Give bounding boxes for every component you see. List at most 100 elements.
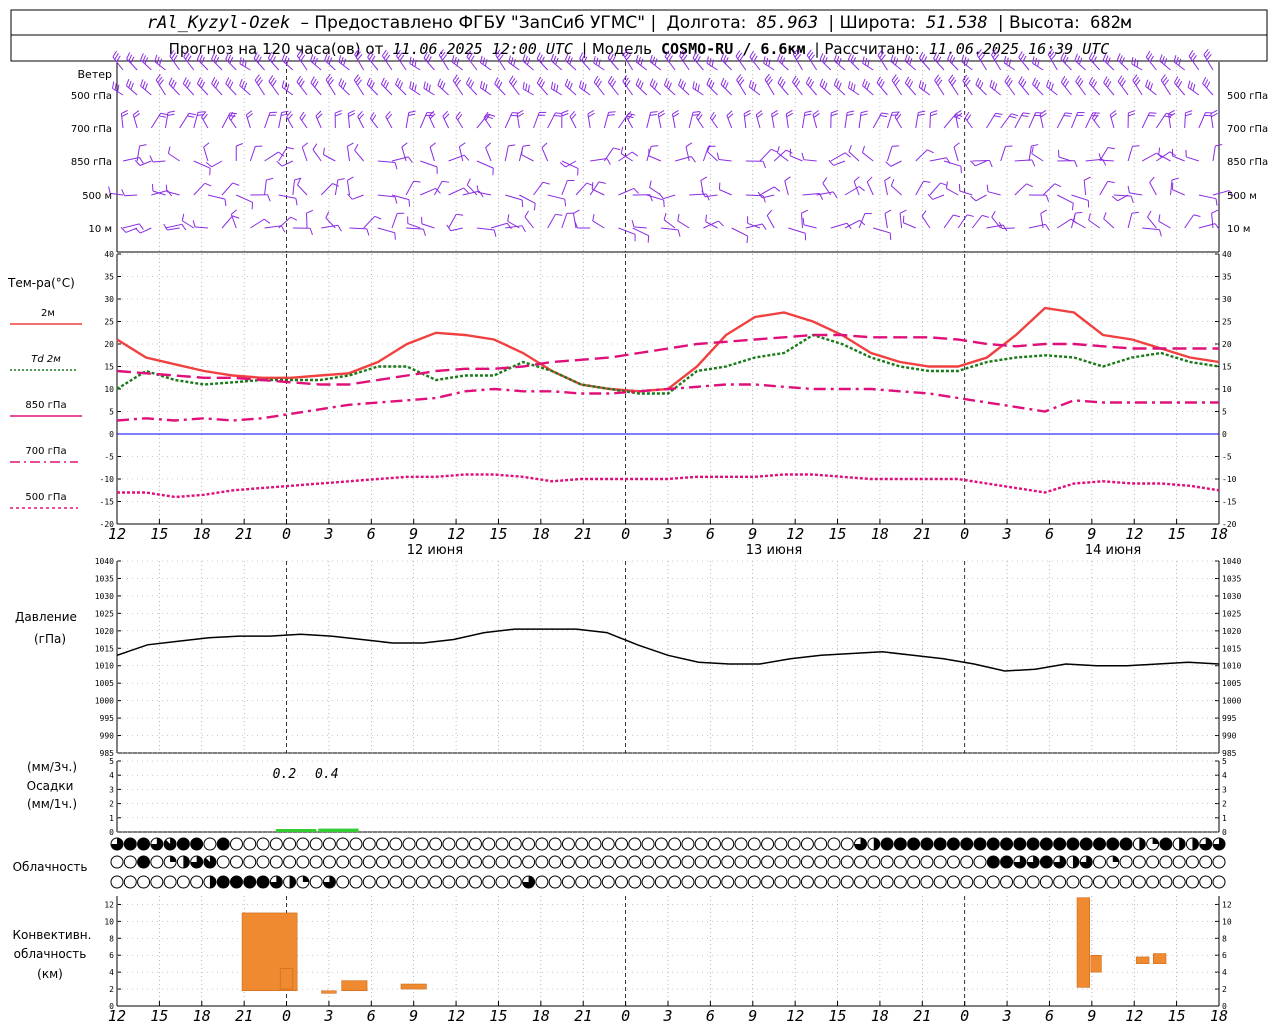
cloud-symbol <box>681 837 695 851</box>
wind-barb-feather <box>830 113 838 117</box>
wind-barb-feather <box>677 213 680 221</box>
cloud-symbol <box>946 855 960 869</box>
wind-barb-feather <box>587 109 595 115</box>
wind-barb-feather <box>536 76 542 84</box>
cloud-symbol <box>761 837 775 851</box>
wind-barb <box>201 116 209 129</box>
cloud-symbol <box>668 875 682 889</box>
wind-barb <box>663 219 676 229</box>
wind-barb-feather <box>524 210 529 218</box>
wind-barb-feather <box>801 152 805 160</box>
cloud-symbol <box>854 875 868 889</box>
wind-barb-feather <box>591 182 594 190</box>
wind-barb <box>603 147 614 162</box>
wind-barb-feather <box>205 161 212 168</box>
wind-barb-feather <box>1088 213 1091 221</box>
wind-barb-feather <box>663 200 665 208</box>
wind-barb-feather <box>1128 113 1136 117</box>
cloud-symbol <box>1053 875 1067 889</box>
wind-barb-feather <box>232 182 240 186</box>
wind-barb-feather <box>923 83 927 91</box>
wind-barb <box>391 213 398 229</box>
wind-barb-feather <box>1211 209 1219 214</box>
wind-barb-feather <box>1175 56 1179 64</box>
cloud-symbol <box>641 855 655 869</box>
wind-barb-feather <box>1045 224 1050 231</box>
wind-barb-feather <box>647 235 650 243</box>
wind-barb-feather <box>1026 183 1034 188</box>
wind-barb-feather <box>156 56 160 64</box>
wind-barb-feather <box>923 180 931 183</box>
cloud-symbol <box>110 855 124 869</box>
cloud-symbol <box>920 855 934 869</box>
wind-barb <box>759 186 775 196</box>
wind-barb-feather <box>121 109 128 115</box>
wind-barb <box>401 146 407 162</box>
wind-barb-feather <box>1054 183 1062 188</box>
time-axis-bottom-tick-label: 15 <box>150 1007 168 1024</box>
wind-barb-feather <box>994 83 998 91</box>
wind-barb-feather <box>167 190 173 197</box>
cloud-symbol <box>190 875 204 889</box>
wind-barb-feather <box>167 113 175 116</box>
wind-barb-feather <box>991 210 996 218</box>
wind-barb-feather <box>930 110 938 114</box>
wind-barb-feather <box>354 143 359 151</box>
wind-barb-feather <box>144 83 148 91</box>
cloud-symbol <box>468 837 482 851</box>
wind-barb-feather <box>229 81 234 89</box>
cloud-symbol-fill <box>289 876 296 888</box>
wind-barb <box>363 215 376 229</box>
cloud-symbol <box>907 875 921 889</box>
cloud-symbol-fill <box>230 876 243 888</box>
wind-barb-feather <box>312 143 318 150</box>
wind-barb-feather <box>334 110 342 114</box>
cloud-symbol <box>694 875 708 889</box>
wind-barb <box>921 215 931 229</box>
wind-barb-feather <box>347 176 354 181</box>
cloud-symbol <box>1093 855 1107 869</box>
wind-barb-feather <box>538 78 544 86</box>
cloud-symbol-fill <box>1027 838 1040 850</box>
wind-barb-feather <box>128 54 133 62</box>
cloud-symbol <box>402 855 416 869</box>
wind-barb-feather <box>374 215 382 220</box>
wind-barb-feather <box>884 176 891 181</box>
time-axis-top-tick-label: 9 <box>748 525 757 543</box>
time-axis-top-tick-label: 21 <box>235 525 253 543</box>
cloud-symbol <box>907 855 921 869</box>
cloud-symbol <box>482 855 496 869</box>
wind-barb-feather <box>1009 115 1017 119</box>
wind-barb-feather <box>508 75 514 82</box>
cloud-symbol-fill <box>1000 856 1013 868</box>
wind-barb-feather <box>541 142 548 149</box>
wind-barb-feather <box>680 80 684 88</box>
cloud-symbol <box>694 855 708 869</box>
wind-barb-feather <box>770 148 778 153</box>
cloud-symbol <box>867 875 881 889</box>
cloud-title: Облачность <box>13 860 88 874</box>
convective-ytick-label-right: 10 <box>1222 917 1232 926</box>
cloud-symbol <box>787 855 801 869</box>
wind-barb <box>168 152 180 162</box>
wind-barb-feather <box>724 57 729 64</box>
wind-barb-feather <box>709 111 715 119</box>
wind-barb-feather <box>991 81 995 89</box>
wind-barb-feather <box>804 110 812 114</box>
temp-ytick-label-left: 5 <box>109 408 114 417</box>
wind-barb <box>354 149 365 162</box>
cloud-symbol <box>415 875 429 889</box>
wind-barb <box>788 227 806 234</box>
wind-barb-feather <box>635 78 640 85</box>
wind-barb-feather <box>268 75 274 82</box>
wind-barb-feather <box>711 114 717 121</box>
wind-barb-feather <box>989 160 993 168</box>
wind-barb-feather <box>1111 195 1118 202</box>
cloud-symbol <box>1026 875 1040 889</box>
wind-barb-feather <box>631 151 639 157</box>
cloud-symbol-fill <box>1192 838 1199 850</box>
cloud-symbol-fill <box>257 876 270 888</box>
time-axis-top-tick-label: 9 <box>409 525 418 543</box>
wind-barb <box>420 187 436 196</box>
wind-barb-feather <box>848 145 852 152</box>
